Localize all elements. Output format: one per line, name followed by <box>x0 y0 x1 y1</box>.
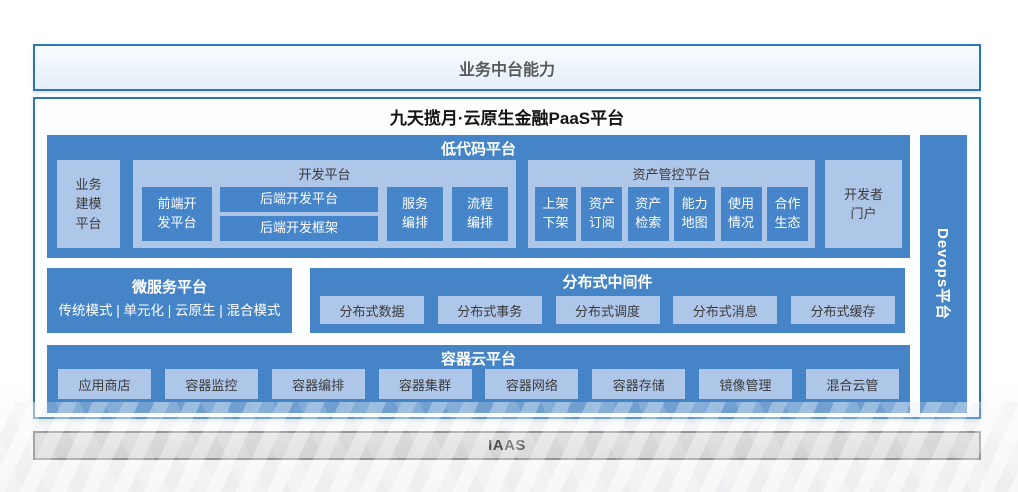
business-modeling-platform-box: 业务 建模 平台 <box>57 160 120 248</box>
container-item-orchestration: 容器编排 <box>272 369 365 399</box>
architecture-diagram: 业务中台能力 九天揽月·云原生金融PaaS平台 低代码平台 业务 建模 平台 开… <box>0 0 1018 492</box>
microservice-platform-box: 微服务平台 传统模式 | 单元化 | 云原生 | 混合模式 <box>47 268 292 333</box>
devops-platform-label: Devops平台 <box>933 228 954 320</box>
asset-items-row: 上架 下架 资产 订阅 资产 检索 能力 地图 使用 情况 合作 生态 <box>528 187 815 241</box>
banner-label: 业务中台能力 <box>459 56 555 80</box>
backend-dev-platform-box: 后端开发平台 <box>220 187 378 212</box>
asset-item-ecosystem: 合作 生态 <box>767 187 808 241</box>
business-middle-platform-banner: 业务中台能力 <box>33 44 981 91</box>
service-orchestration-box: 服务 编排 <box>387 187 443 241</box>
container-item-image-mgmt: 镜像管理 <box>699 369 792 399</box>
container-item-hybrid-cloud: 混合云管 <box>806 369 899 399</box>
middleware-item-messaging: 分布式消息 <box>673 296 777 324</box>
developer-portal-box: 开发者 门户 <box>825 160 902 248</box>
devops-platform-bar: Devops平台 <box>920 135 967 413</box>
asset-item-subscription: 资产 订阅 <box>581 187 622 241</box>
asset-item-capability-map: 能力 地图 <box>674 187 715 241</box>
middleware-items-row: 分布式数据 分布式事务 分布式调度 分布式消息 分布式缓存 <box>310 296 905 324</box>
page-title: 九天揽月·云原生金融PaaS平台 <box>35 104 979 129</box>
asset-item-search: 资产 检索 <box>628 187 669 241</box>
process-orchestration-box: 流程 编排 <box>452 187 508 241</box>
dev-platform-panel: 开发平台 前端开 发平台 后端开发平台 后端开发框架 服务 编排 流程 编排 <box>133 160 516 248</box>
container-item-cluster: 容器集群 <box>379 369 472 399</box>
frontend-dev-platform-box: 前端开 发平台 <box>142 187 212 241</box>
dev-platform-title: 开发平台 <box>133 164 516 183</box>
container-item-monitoring: 容器监控 <box>165 369 258 399</box>
container-item-storage: 容器存储 <box>592 369 685 399</box>
asset-control-platform-panel: 资产管控平台 上架 下架 资产 订阅 资产 检索 能力 地图 使用 情况 合作 … <box>528 160 815 248</box>
middleware-item-data: 分布式数据 <box>320 296 424 324</box>
middleware-item-transaction: 分布式事务 <box>438 296 542 324</box>
container-item-network: 容器网络 <box>485 369 578 399</box>
asset-item-shelf: 上架 下架 <box>535 187 576 241</box>
asset-item-usage: 使用 情况 <box>721 187 762 241</box>
backend-dev-framework-box: 后端开发框架 <box>220 216 378 241</box>
lowcode-platform-title: 低代码平台 <box>47 138 910 159</box>
middleware-item-cache: 分布式缓存 <box>791 296 895 324</box>
asset-control-platform-title: 资产管控平台 <box>528 164 815 183</box>
middleware-item-scheduling: 分布式调度 <box>556 296 660 324</box>
iaas-layer-bar: IAAS <box>33 431 981 460</box>
container-cloud-platform-title: 容器云平台 <box>47 348 910 369</box>
distributed-middleware-box: 分布式中间件 分布式数据 分布式事务 分布式调度 分布式消息 分布式缓存 <box>310 268 905 333</box>
container-item-app-store: 应用商店 <box>58 369 151 399</box>
distributed-middleware-title: 分布式中间件 <box>310 271 905 292</box>
microservice-platform-title: 微服务平台 <box>47 276 292 297</box>
container-cloud-items-row: 应用商店 容器监控 容器编排 容器集群 容器网络 容器存储 镜像管理 混合云管 <box>47 369 910 399</box>
iaas-label: IAAS <box>488 437 526 454</box>
container-cloud-platform-box: 容器云平台 应用商店 容器监控 容器编排 容器集群 容器网络 容器存储 镜像管理… <box>47 345 910 413</box>
microservice-modes-label: 传统模式 | 单元化 | 云原生 | 混合模式 <box>47 299 292 319</box>
lowcode-platform-box: 低代码平台 业务 建模 平台 开发平台 前端开 发平台 后端开发平台 后端开发框… <box>47 135 910 258</box>
paas-container: 九天揽月·云原生金融PaaS平台 低代码平台 业务 建模 平台 开发平台 前端开… <box>33 97 981 419</box>
